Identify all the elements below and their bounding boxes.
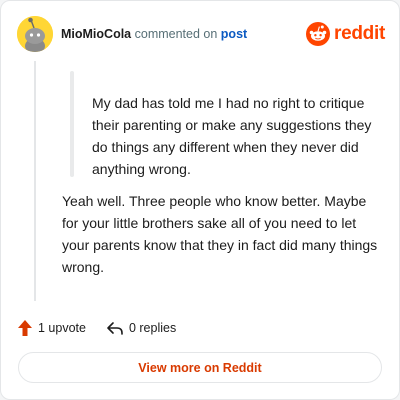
upvote-count: 1 upvote — [38, 321, 86, 335]
comment-header: MioMioCola commented on post reddit — [17, 16, 385, 52]
reply-count: 0 replies — [128, 321, 177, 335]
avatar[interactable] — [17, 16, 53, 52]
reply-arrow-icon — [107, 322, 123, 335]
quoted-text: My dad has told me I had no right to cri… — [92, 95, 372, 177]
reddit-brand[interactable]: reddit — [306, 21, 385, 47]
reddit-logo-icon — [306, 22, 331, 46]
quote-bar — [70, 71, 74, 177]
snoo-avatar-icon — [17, 16, 53, 52]
author-name[interactable]: MioMioCola — [61, 27, 131, 41]
upvote-arrow-icon — [18, 320, 32, 336]
reddit-wordmark: reddit — [334, 23, 385, 44]
reply-button[interactable]: 0 replies — [106, 320, 176, 336]
comment-card: MioMioCola commented on post reddit My d… — [0, 0, 400, 400]
comment-actions: 1 upvote 0 replies — [17, 317, 176, 339]
thread-line — [34, 61, 36, 301]
upvote-button[interactable]: 1 upvote — [17, 319, 86, 337]
view-more-button[interactable]: View more on Reddit — [18, 352, 382, 383]
post-link[interactable]: post — [221, 27, 247, 41]
comment-body: Yeah well. Three people who know better.… — [62, 193, 378, 275]
action-text: commented on — [134, 27, 218, 41]
author-line: MioMioCola commented on post — [61, 27, 247, 41]
